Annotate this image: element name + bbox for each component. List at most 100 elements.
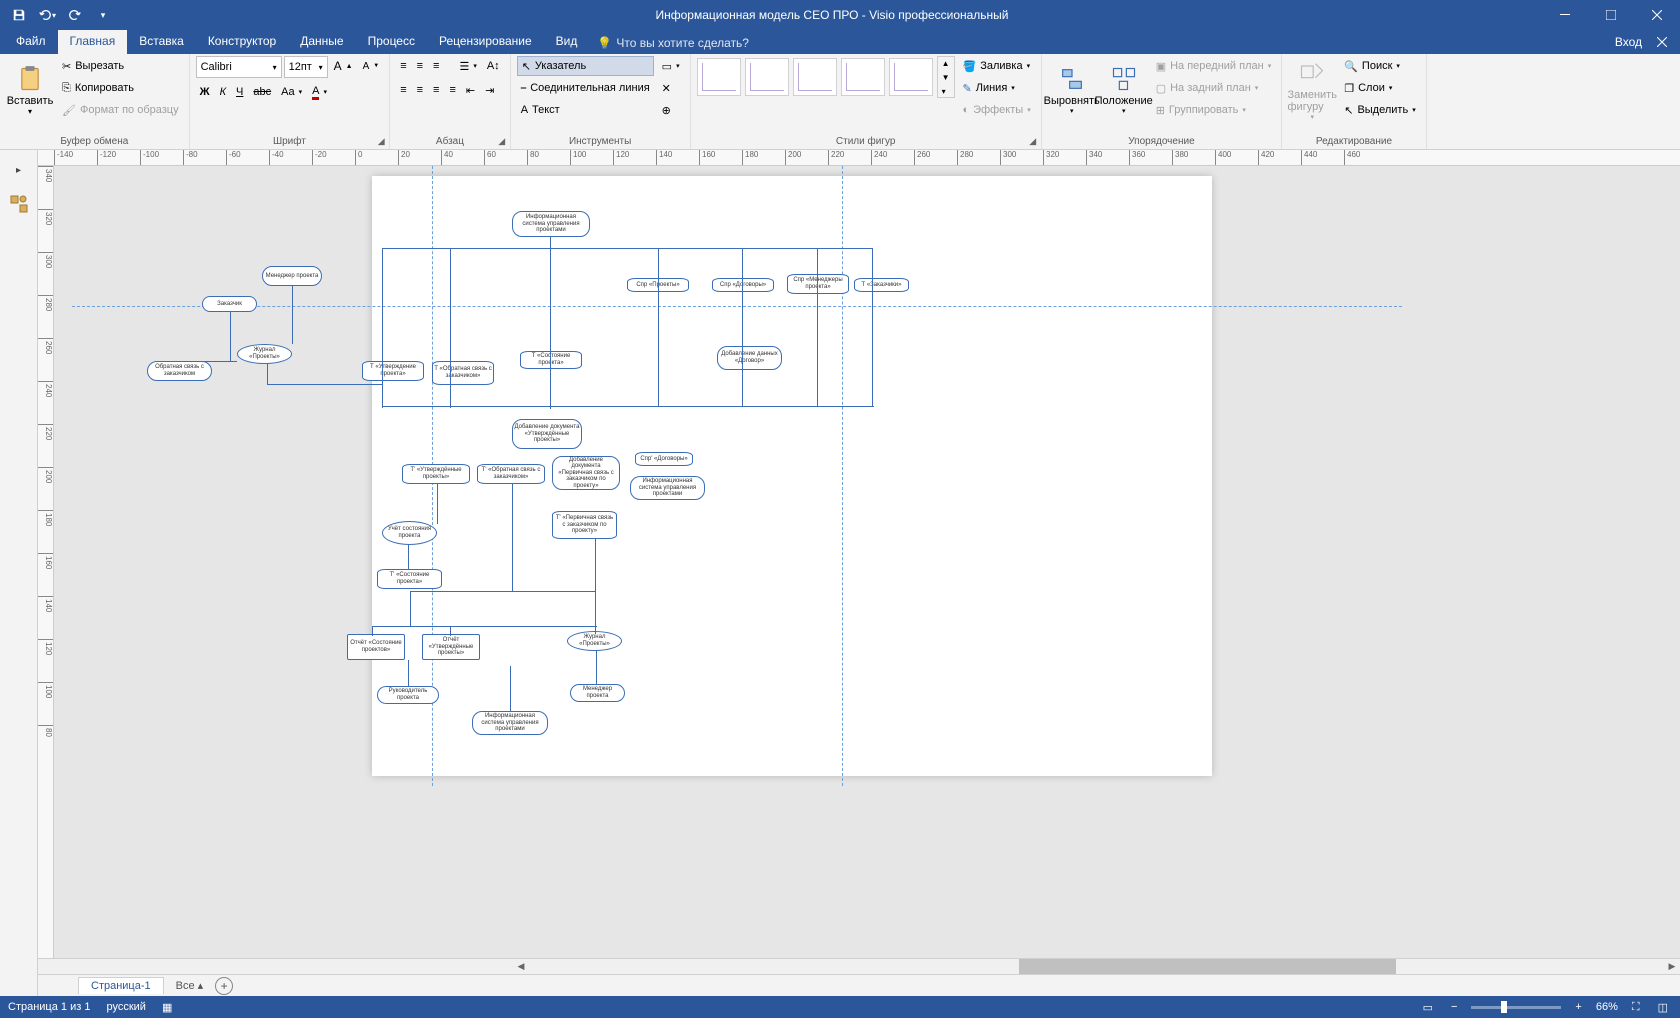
effects-button[interactable]: ◐Эффекты▾ (959, 100, 1035, 120)
connector-x-button[interactable]: ✕ (658, 78, 684, 98)
italic-button[interactable]: К (216, 82, 230, 102)
close-button[interactable] (1634, 0, 1680, 30)
font-dialog-launcher[interactable]: ◢ (375, 135, 387, 147)
bold-button[interactable]: Ж (196, 82, 214, 102)
shape-t-approve[interactable]: Т «Утверждение проекта» (362, 361, 424, 381)
shape-t-state[interactable]: Т «Состояние проекта» (520, 351, 582, 369)
shape-state-acc[interactable]: Учёт состояния проекта (382, 521, 437, 545)
hscroll-thumb[interactable] (1019, 959, 1396, 974)
style-swatch-3[interactable] (793, 58, 837, 96)
minimize-button[interactable] (1542, 0, 1588, 30)
shapes-icon[interactable] (7, 192, 31, 216)
shape-manager[interactable]: Менеджер проекта (262, 266, 322, 286)
position-button[interactable]: Положение▾ (1100, 56, 1148, 124)
shape-customer[interactable]: Заказчик (202, 296, 257, 312)
gallery-up-button[interactable]: ▲ (938, 57, 954, 69)
tab-process[interactable]: Процесс (356, 30, 427, 54)
tab-file[interactable]: Файл (4, 30, 58, 54)
strike-button[interactable]: abc (249, 82, 275, 102)
zoom-level[interactable]: 66% (1596, 1001, 1618, 1013)
shape-t-customers[interactable]: Т «Заказчики» (854, 278, 909, 292)
page-tab-1[interactable]: Страница-1 (78, 977, 164, 994)
copy-button[interactable]: ⎘Копировать (58, 78, 183, 98)
pan-zoom-button[interactable]: ◫ (1654, 1001, 1672, 1014)
shape-journal[interactable]: Журнал «Проекты» (237, 344, 292, 364)
macro-icon[interactable]: ▦ (162, 1001, 172, 1014)
horizontal-scrollbar[interactable]: ◀ ▶ (38, 958, 1680, 974)
format-painter-button[interactable]: 🖌Формат по образцу (58, 100, 183, 120)
shrink-font-button[interactable]: A▼ (359, 56, 384, 76)
tab-home[interactable]: Главная (58, 30, 128, 54)
rectangle-tool-button[interactable]: ▭▾ (658, 56, 684, 76)
shape-info-system[interactable]: Информационная система управления проект… (512, 211, 590, 237)
text-direction-button[interactable]: A↕ (483, 56, 504, 76)
tab-review[interactable]: Рецензирование (427, 30, 544, 54)
bring-front-button[interactable]: ▣На передний план▾ (1152, 56, 1276, 76)
select-button[interactable]: ↖Выделить▾ (1340, 100, 1419, 120)
style-swatch-5[interactable] (889, 58, 933, 96)
undo-button[interactable]: ▾ (36, 4, 58, 26)
align-justify-button[interactable]: ≡ (445, 80, 459, 100)
style-gallery[interactable]: ▲ ▼ ▾ (697, 56, 955, 98)
gallery-more-button[interactable]: ▾ (938, 85, 954, 97)
cut-button[interactable]: ✂Вырезать (58, 56, 183, 76)
zoom-out-button[interactable]: − (1447, 1001, 1461, 1013)
bullets-button[interactable]: ☰▾ (455, 56, 480, 76)
shape-spr-managers[interactable]: Спр «Менеджеры проекта» (787, 274, 849, 294)
shape-t-feedback-2[interactable]: Т' «Обратная связь с заказчиком» (477, 464, 545, 484)
shape-spr-contracts-2[interactable]: Спр' «Договоры» (635, 452, 693, 466)
add-page-button[interactable]: + (215, 977, 233, 995)
align-top-button[interactable]: ≡ (396, 56, 410, 76)
login-link[interactable]: Вход (1615, 35, 1642, 49)
expand-shapes-pane[interactable]: ▸ (7, 158, 31, 182)
shape-add-approved[interactable]: Добавление документа «Утверждённые проек… (512, 419, 582, 449)
shape-info-system-2[interactable]: Информационная система управления проект… (630, 476, 705, 500)
align-button[interactable]: Выровнять▾ (1048, 56, 1096, 124)
shape-add-contract[interactable]: Добавление данных «Договор» (717, 346, 782, 370)
presentation-mode-button[interactable]: ▭ (1419, 1001, 1437, 1014)
change-shape-button[interactable]: Заменить фигуру▾ (1288, 56, 1336, 124)
text-tool-button[interactable]: AТекст (517, 100, 654, 120)
shape-report-approved[interactable]: Отчёт «Утверждённые проекты» (422, 634, 480, 660)
style-swatch-2[interactable] (745, 58, 789, 96)
shape-journal-2[interactable]: Журнал «Проекты» (567, 631, 622, 651)
style-swatch-1[interactable] (697, 58, 741, 96)
align-center-button[interactable]: ≡ (413, 80, 427, 100)
gallery-down-button[interactable]: ▼ (938, 71, 954, 83)
change-case-button[interactable]: Aa▾ (277, 82, 306, 102)
qat-customize[interactable]: ▾ (92, 4, 114, 26)
fill-button[interactable]: 🪣Заливка▾ (959, 56, 1035, 76)
font-family-combo[interactable]: Calibri▾ (196, 56, 282, 78)
shape-t-state-2[interactable]: Т' «Состояние проекта» (377, 569, 442, 589)
shape-t-feedback[interactable]: Т «Обратная связь с заказчиком» (432, 361, 494, 385)
zoom-in-button[interactable]: + (1571, 1001, 1585, 1013)
maximize-button[interactable] (1588, 0, 1634, 30)
align-bottom-button[interactable]: ≡ (429, 56, 443, 76)
align-right-button[interactable]: ≡ (429, 80, 443, 100)
align-left-button[interactable]: ≡ (396, 80, 410, 100)
fit-page-button[interactable]: ⛶ (1628, 1001, 1644, 1014)
canvas[interactable]: Информационная система управления проект… (54, 166, 1680, 958)
collapse-ribbon-button[interactable] (1650, 30, 1674, 54)
line-button[interactable]: ✎Линия▾ (959, 78, 1035, 98)
style-swatch-4[interactable] (841, 58, 885, 96)
shape-styles-dialog-launcher[interactable]: ◢ (1027, 135, 1039, 147)
tab-insert[interactable]: Вставка (127, 30, 196, 54)
decrease-indent-button[interactable]: ⇤ (462, 80, 479, 100)
send-back-button[interactable]: ▢На задний план▾ (1152, 78, 1276, 98)
language-status[interactable]: русский (106, 1001, 145, 1014)
shape-report-state[interactable]: Отчёт «Состояние проектов» (347, 634, 405, 660)
redo-button[interactable] (64, 4, 86, 26)
zoom-slider[interactable] (1471, 1006, 1561, 1009)
layers-button[interactable]: ❐Слои▾ (1340, 78, 1419, 98)
save-button[interactable] (8, 4, 30, 26)
shape-spr-contracts[interactable]: Спр «Договоры» (712, 278, 774, 292)
connector-tool-button[interactable]: ⎯Соединительная линия (517, 78, 654, 98)
shape-info-system-3[interactable]: Информационная система управления проект… (472, 711, 548, 735)
font-color-button[interactable]: A▾ (308, 82, 331, 102)
scroll-left-button[interactable]: ◀ (513, 959, 529, 975)
underline-button[interactable]: Ч (232, 82, 247, 102)
group-button[interactable]: ⊞Группировать▾ (1152, 100, 1276, 120)
shape-leader[interactable]: Руководитель проекта (377, 686, 439, 704)
grow-font-button[interactable]: A▲ (330, 56, 357, 76)
